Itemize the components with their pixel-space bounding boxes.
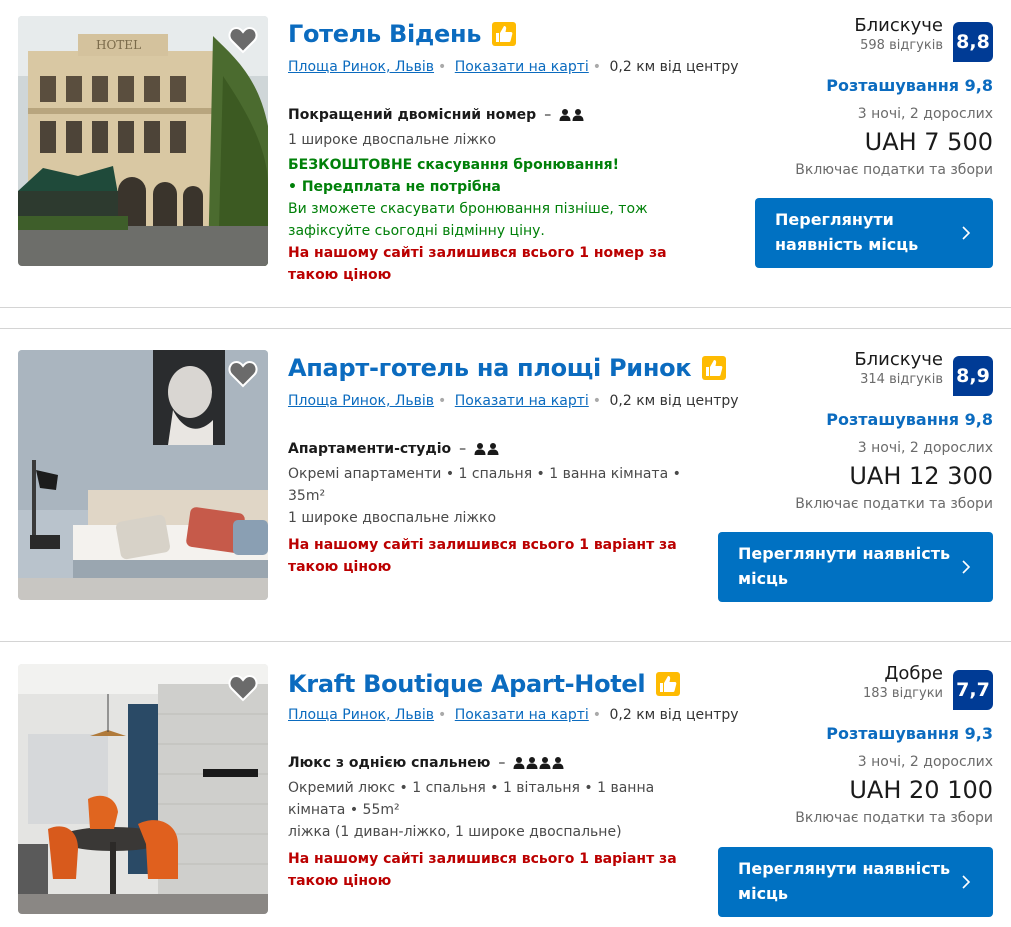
- save-favourite-button[interactable]: [228, 360, 258, 388]
- property-card: HOTEL Готель Відень Площа Ринок, Львів •…: [0, 0, 1011, 307]
- save-favourite-button[interactable]: [228, 26, 258, 54]
- divider: [0, 328, 1011, 329]
- price: UAH 20 100: [849, 776, 993, 804]
- taxes-note: Включає податки та збори: [795, 162, 993, 178]
- person-icon: [539, 757, 551, 769]
- occupancy-icons: [559, 108, 584, 122]
- chevron-right-icon: [962, 560, 971, 574]
- person-icon: [487, 443, 499, 455]
- property-card: Апарт-готель на площі Ринок Площа Ринок,…: [0, 334, 1011, 641]
- review-score[interactable]: Блискуче 314 відгуків 8,9: [854, 340, 993, 396]
- room-name: Люкс з однією спальнею: [288, 755, 491, 771]
- score-badge: 8,9: [953, 356, 993, 396]
- property-title-row: Готель Відень: [288, 14, 517, 54]
- taxes-note: Включає податки та збори: [795, 496, 993, 512]
- property-title[interactable]: Готель Відень: [288, 20, 481, 48]
- location-score: Розташування 9,8: [826, 410, 993, 429]
- distance-text: 0,2 км від центру: [609, 393, 739, 409]
- person-icon: [552, 757, 564, 769]
- thumbs-up-icon: [656, 672, 681, 696]
- show-on-map-link[interactable]: Показати на карті: [455, 707, 589, 723]
- room-description: Окремі апартаменти • 1 спальня • 1 ванна…: [288, 466, 681, 504]
- price: UAH 12 300: [849, 462, 993, 490]
- heart-icon: [228, 26, 258, 54]
- person-icon: [572, 109, 584, 121]
- person-icon: [526, 757, 538, 769]
- address-link[interactable]: Площа Ринок, Львів: [288, 393, 434, 409]
- occupancy-icons: [513, 756, 564, 770]
- no-prepayment: • Передплата не потрібна: [288, 179, 501, 195]
- room-name-row: Покращений двомісний номер –: [288, 104, 708, 126]
- review-count: 314 відгуків: [860, 372, 943, 387]
- review-count: 598 відгуків: [860, 38, 943, 53]
- taxes-note: Включає податки та збори: [795, 810, 993, 826]
- score-word: Добре: [884, 663, 943, 684]
- chevron-right-icon: [962, 875, 971, 889]
- heart-icon: [228, 674, 258, 702]
- bed-type: ліжка (1 диван-ліжко, 1 широке двоспальн…: [288, 824, 622, 840]
- svg-text:HOTEL: HOTEL: [96, 38, 141, 52]
- person-icon: [474, 443, 486, 455]
- property-title[interactable]: Апарт-готель на площі Ринок: [288, 354, 692, 382]
- show-on-map-link[interactable]: Показати на карті: [455, 59, 589, 75]
- scarcity-message: На нашому сайті залишився всього 1 номер…: [288, 245, 667, 283]
- room-name-row: Люкс з однією спальнею –: [288, 752, 708, 774]
- room-description: Окремий люкс • 1 спальня • 1 вітальня • …: [288, 780, 655, 818]
- location-score: Розташування 9,3: [826, 724, 993, 743]
- location-row: Площа Ринок, Львів • Показати на карті • 0…: [288, 59, 739, 75]
- bed-type: 1 широке двоспальне ліжко: [288, 132, 497, 148]
- room-name: Апартаменти-студіо: [288, 441, 452, 457]
- location-row: Площа Ринок, Львів • Показати на карті • 0…: [288, 707, 739, 723]
- review-score[interactable]: Добре 183 відгуки 7,7: [863, 654, 993, 710]
- scarcity-message: На нашому сайті залишився всього 1 варіа…: [288, 537, 677, 575]
- property-card: Kraft Boutique Apart-Hotel Площа Ринок, …: [0, 648, 1011, 927]
- see-availability-label: Переглянути наявність місць: [738, 544, 951, 588]
- person-icon: [513, 757, 525, 769]
- room-details: Люкс з однією спальнею – Окремий люкс • …: [288, 752, 708, 892]
- review-score[interactable]: Блискуче 598 відгуків 8,8: [854, 6, 993, 62]
- property-title[interactable]: Kraft Boutique Apart-Hotel: [288, 670, 646, 698]
- bed-type: 1 широке двоспальне ліжко: [288, 510, 497, 526]
- room-details: Покращений двомісний номер – 1 широке дв…: [288, 104, 708, 286]
- score-word: Блискуче: [854, 349, 943, 370]
- thumbs-up-icon: [702, 356, 727, 380]
- see-availability-button[interactable]: Переглянути наявність місць: [718, 532, 993, 602]
- thumbs-up-icon: [492, 22, 517, 46]
- show-on-map-link[interactable]: Показати на карті: [455, 393, 589, 409]
- stay-duration: 3 ночі, 2 дорослих: [857, 754, 993, 770]
- stay-duration: 3 ночі, 2 дорослих: [857, 440, 993, 456]
- room-name-row: Апартаменти-студіо –: [288, 438, 708, 460]
- room-details: Апартаменти-студіо – Окремі апартаменти …: [288, 438, 708, 578]
- distance-text: 0,2 км від центру: [609, 707, 739, 723]
- location-score: Розташування 9,8: [826, 76, 993, 95]
- divider: [0, 641, 1011, 642]
- score-badge: 8,8: [953, 22, 993, 62]
- person-icon: [559, 109, 571, 121]
- chevron-right-icon: [962, 226, 971, 240]
- price: UAH 7 500: [864, 128, 993, 156]
- address-link[interactable]: Площа Ринок, Львів: [288, 59, 434, 75]
- property-title-row: Kraft Boutique Apart-Hotel: [288, 664, 681, 704]
- stay-duration: 3 ночі, 2 дорослих: [857, 106, 993, 122]
- see-availability-button[interactable]: Переглянути наявність місць: [755, 198, 993, 268]
- cancellation-note: Ви зможете скасувати бронювання пізніше,…: [288, 201, 648, 239]
- free-cancellation: БЕЗКОШТОВНЕ скасування бронювання!: [288, 157, 620, 173]
- distance-text: 0,2 км від центру: [609, 59, 739, 75]
- divider: [0, 307, 1011, 308]
- room-name: Покращений двомісний номер: [288, 107, 537, 123]
- scarcity-message: На нашому сайті залишився всього 1 варіа…: [288, 851, 677, 889]
- heart-icon: [228, 360, 258, 388]
- location-row: Площа Ринок, Львів • Показати на карті • 0…: [288, 393, 739, 409]
- property-title-row: Апарт-готель на площі Ринок: [288, 348, 727, 388]
- save-favourite-button[interactable]: [228, 674, 258, 702]
- see-availability-label: Переглянути наявність місць: [775, 210, 919, 254]
- see-availability-label: Переглянути наявність місць: [738, 859, 951, 903]
- review-count: 183 відгуки: [862, 686, 943, 701]
- score-badge: 7,7: [953, 670, 993, 710]
- address-link[interactable]: Площа Ринок, Львів: [288, 707, 434, 723]
- see-availability-button[interactable]: Переглянути наявність місць: [718, 847, 993, 917]
- score-word: Блискуче: [854, 15, 943, 36]
- occupancy-icons: [474, 442, 499, 456]
